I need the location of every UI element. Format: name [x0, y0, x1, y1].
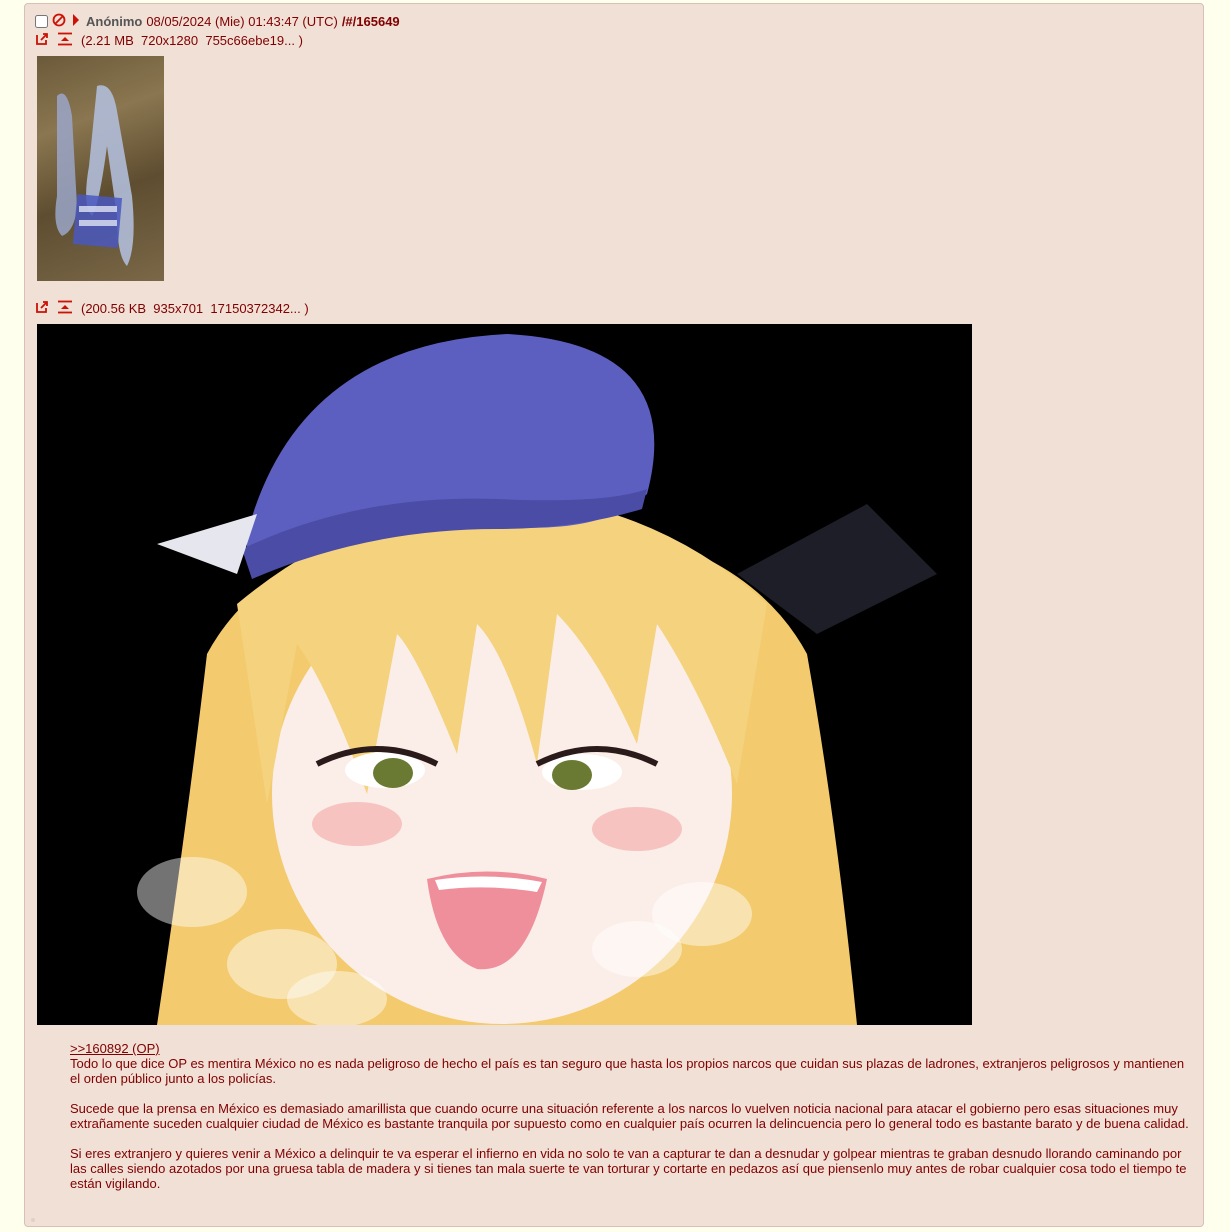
- file-size: (2.21 MB: [81, 33, 134, 48]
- post-menu-arrow-icon[interactable]: [72, 13, 80, 29]
- open-external-icon[interactable]: [35, 300, 49, 317]
- file-info-close: ): [298, 33, 303, 48]
- file-info-close: ): [304, 301, 309, 316]
- post-number-link[interactable]: /#/165649: [342, 14, 400, 29]
- post-body: >>160892 (OP) Todo lo que dice OP es men…: [70, 1041, 1190, 1206]
- open-external-icon[interactable]: [35, 32, 49, 49]
- body-paragraph-2: Sucede que la prensa en México es demasi…: [70, 1101, 1189, 1131]
- download-icon[interactable]: [57, 32, 73, 49]
- file-name-link[interactable]: 755c66ebe19...: [205, 33, 295, 48]
- quote-link[interactable]: >>160892 (OP): [70, 1041, 160, 1056]
- corner-dot: [31, 1218, 35, 1222]
- file-info-1: (2.21 MB 720x1280 755c66ebe19... ): [35, 32, 303, 49]
- file-size: (200.56 KB: [81, 301, 147, 316]
- file-info-2: (200.56 KB 935x701 17150372342... ): [35, 300, 309, 317]
- post-select-checkbox[interactable]: [35, 14, 48, 28]
- post-header: Anónimo 08/05/2024 (Mie) 01:43:47 (UTC) …: [35, 12, 400, 30]
- file-dims: 935x701: [153, 301, 204, 316]
- download-icon[interactable]: [57, 300, 73, 317]
- hide-post-icon[interactable]: [52, 13, 66, 30]
- body-paragraph-1: Todo lo que dice OP es mentira México no…: [70, 1056, 1185, 1086]
- post-date: 08/05/2024 (Mie) 01:43:47 (UTC): [146, 13, 338, 29]
- body-paragraph-3: Si eres extranjero y quieres venir a Méx…: [70, 1146, 1187, 1191]
- post-container: Anónimo 08/05/2024 (Mie) 01:43:47 (UTC) …: [24, 3, 1204, 1227]
- file-thumbnail-1[interactable]: [37, 56, 164, 281]
- file-name-link[interactable]: 17150372342...: [210, 301, 300, 316]
- post-number[interactable]: 165649: [356, 14, 399, 29]
- file-dims: 720x1280: [140, 33, 199, 48]
- post-number-prefix[interactable]: /#/: [342, 14, 356, 29]
- file-image-2[interactable]: [37, 324, 972, 1025]
- poster-name: Anónimo: [86, 13, 143, 29]
